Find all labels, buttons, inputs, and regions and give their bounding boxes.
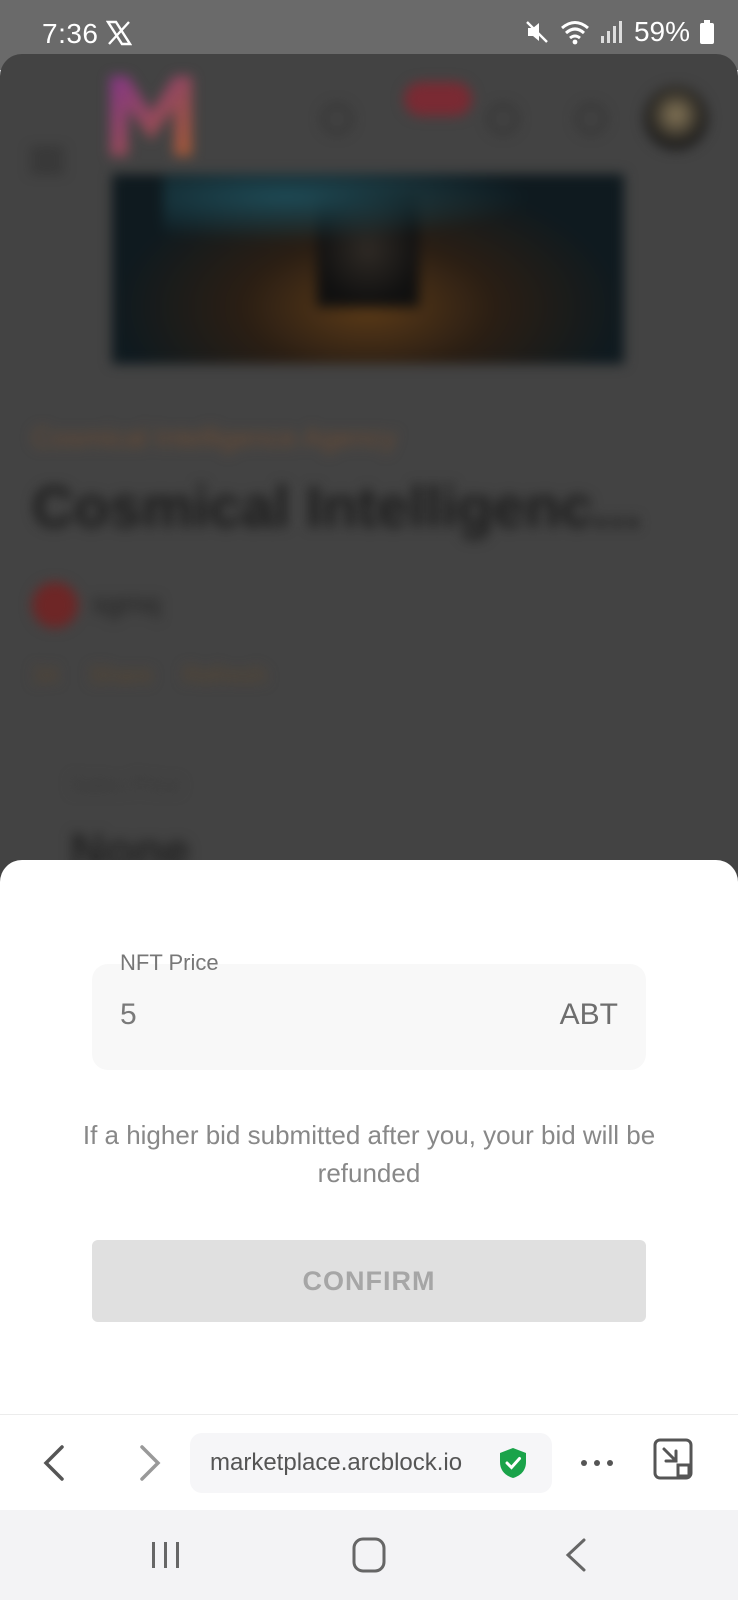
notification-badge: [404, 82, 472, 116]
x-app-icon: [106, 20, 132, 46]
marketplace-logo: [110, 76, 192, 156]
home-icon[interactable]: [348, 1534, 392, 1576]
menu-icon: [30, 149, 64, 173]
owner-name: sgmq: [92, 588, 161, 619]
bid-sheet: 5 ABT NFT Price If a higher bid submitte…: [0, 860, 738, 1416]
collection-name: Cosmical Intelligence Agency: [32, 422, 397, 453]
user-avatar: [644, 86, 708, 150]
system-nav-bar: [0, 1510, 738, 1600]
views-count: 34: [32, 662, 59, 689]
url-text[interactable]: marketplace.arcblock.io: [210, 1449, 462, 1477]
recent-apps-icon[interactable]: [144, 1534, 188, 1576]
minimize-window-icon[interactable]: [652, 1437, 694, 1481]
globe-icon: [576, 104, 606, 134]
cart-icon: [488, 104, 518, 134]
wifi-icon: [560, 21, 589, 45]
nft-image: [112, 174, 624, 364]
mute-icon: [526, 21, 548, 43]
sales-price-label: Sales Price: [70, 772, 182, 797]
currency-label: ABT: [559, 998, 618, 1031]
status-icons: 59%: [524, 16, 714, 48]
confirm-button[interactable]: CONFIRM: [92, 1240, 646, 1322]
search-icon: [322, 104, 352, 134]
owner-avatar: [32, 582, 78, 628]
browser-toolbar: marketplace.arcblock.io: [0, 1414, 738, 1510]
nft-title: Cosmical Intelligenc...: [32, 475, 642, 540]
secure-shield-icon: [500, 1448, 526, 1478]
more-options-icon[interactable]: [578, 1445, 616, 1481]
battery-percent: 59%: [633, 16, 690, 47]
forward-arrow-icon[interactable]: [124, 1439, 172, 1487]
system-back-icon[interactable]: [556, 1534, 600, 1576]
address-bar[interactable]: marketplace.arcblock.io: [190, 1433, 552, 1493]
refresh-link: Refresh: [182, 662, 267, 689]
refund-hint: If a higher bid submitted after you, you…: [82, 1120, 656, 1188]
nft-price-input[interactable]: 5: [120, 998, 137, 1032]
meta-row: 34 Share Refresh: [32, 662, 267, 690]
back-arrow-icon[interactable]: [32, 1439, 80, 1487]
status-time: 7:36: [42, 18, 99, 49]
battery-icon: [700, 20, 714, 44]
nft-price-field[interactable]: 5 ABT: [92, 964, 646, 1070]
share-link: Share: [88, 662, 153, 689]
signal-icon: [600, 21, 622, 43]
nft-price-label: NFT Price: [120, 950, 219, 975]
background-page: Cosmical Intelligence Agency Cosmical In…: [0, 54, 738, 934]
